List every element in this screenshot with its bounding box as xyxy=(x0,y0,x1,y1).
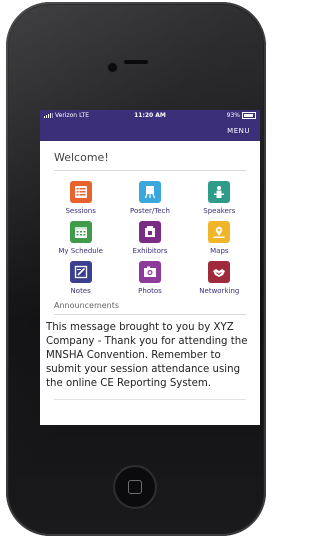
tile-speakers[interactable]: Speakers xyxy=(185,181,254,215)
phone-frame: Verizon LTE 11:20 AM 93% MENU Welcome! S… xyxy=(6,2,266,536)
networking-icon xyxy=(208,261,231,283)
schedule-icon xyxy=(69,221,92,243)
poster-icon xyxy=(138,181,161,203)
app-header: MENU xyxy=(40,121,260,141)
tile-networking[interactable]: Networking xyxy=(185,261,254,295)
sessions-icon xyxy=(69,181,92,203)
home-button[interactable] xyxy=(113,465,157,509)
notes-icon xyxy=(69,261,92,283)
app-screen: Verizon LTE 11:20 AM 93% MENU Welcome! S… xyxy=(40,110,260,425)
battery-icon xyxy=(242,112,256,119)
tile-label: Maps xyxy=(210,247,229,255)
tile-label: Sessions xyxy=(65,207,96,215)
menu-button[interactable]: MENU xyxy=(227,127,250,135)
feature-grid: Sessions Poster/Tech Speakers My Schedul… xyxy=(46,181,254,295)
front-camera xyxy=(108,63,117,72)
tile-photos[interactable]: Photos xyxy=(115,261,184,295)
tile-label: Exhibitors xyxy=(132,247,168,255)
status-time: 11:20 AM xyxy=(134,112,166,119)
status-bar: Verizon LTE 11:20 AM 93% xyxy=(40,110,260,121)
tile-sessions[interactable]: Sessions xyxy=(46,181,115,215)
tile-label: Speakers xyxy=(203,207,236,215)
announcements-heading: Announcements xyxy=(54,301,246,315)
exhibitors-icon xyxy=(138,221,161,243)
tile-notes[interactable]: Notes xyxy=(46,261,115,295)
announcement-message: This message brought to you by XYZ Compa… xyxy=(46,322,248,389)
tile-my-schedule[interactable]: My Schedule xyxy=(46,221,115,255)
tile-poster-tech[interactable]: Poster/Tech xyxy=(115,181,184,215)
earpiece-speaker xyxy=(124,60,148,64)
maps-icon xyxy=(208,221,231,243)
tile-label: Notes xyxy=(70,287,91,295)
welcome-heading: Welcome! xyxy=(54,151,246,171)
tile-label: Networking xyxy=(199,287,240,295)
message-divider xyxy=(54,399,246,400)
tile-label: Poster/Tech xyxy=(130,207,170,215)
home-square-icon xyxy=(128,480,142,494)
photos-icon xyxy=(138,261,161,283)
tile-exhibitors[interactable]: Exhibitors xyxy=(115,221,184,255)
tile-label: My Schedule xyxy=(58,247,103,255)
speakers-icon xyxy=(208,181,231,203)
tile-label: Photos xyxy=(138,287,162,295)
tile-maps[interactable]: Maps xyxy=(185,221,254,255)
